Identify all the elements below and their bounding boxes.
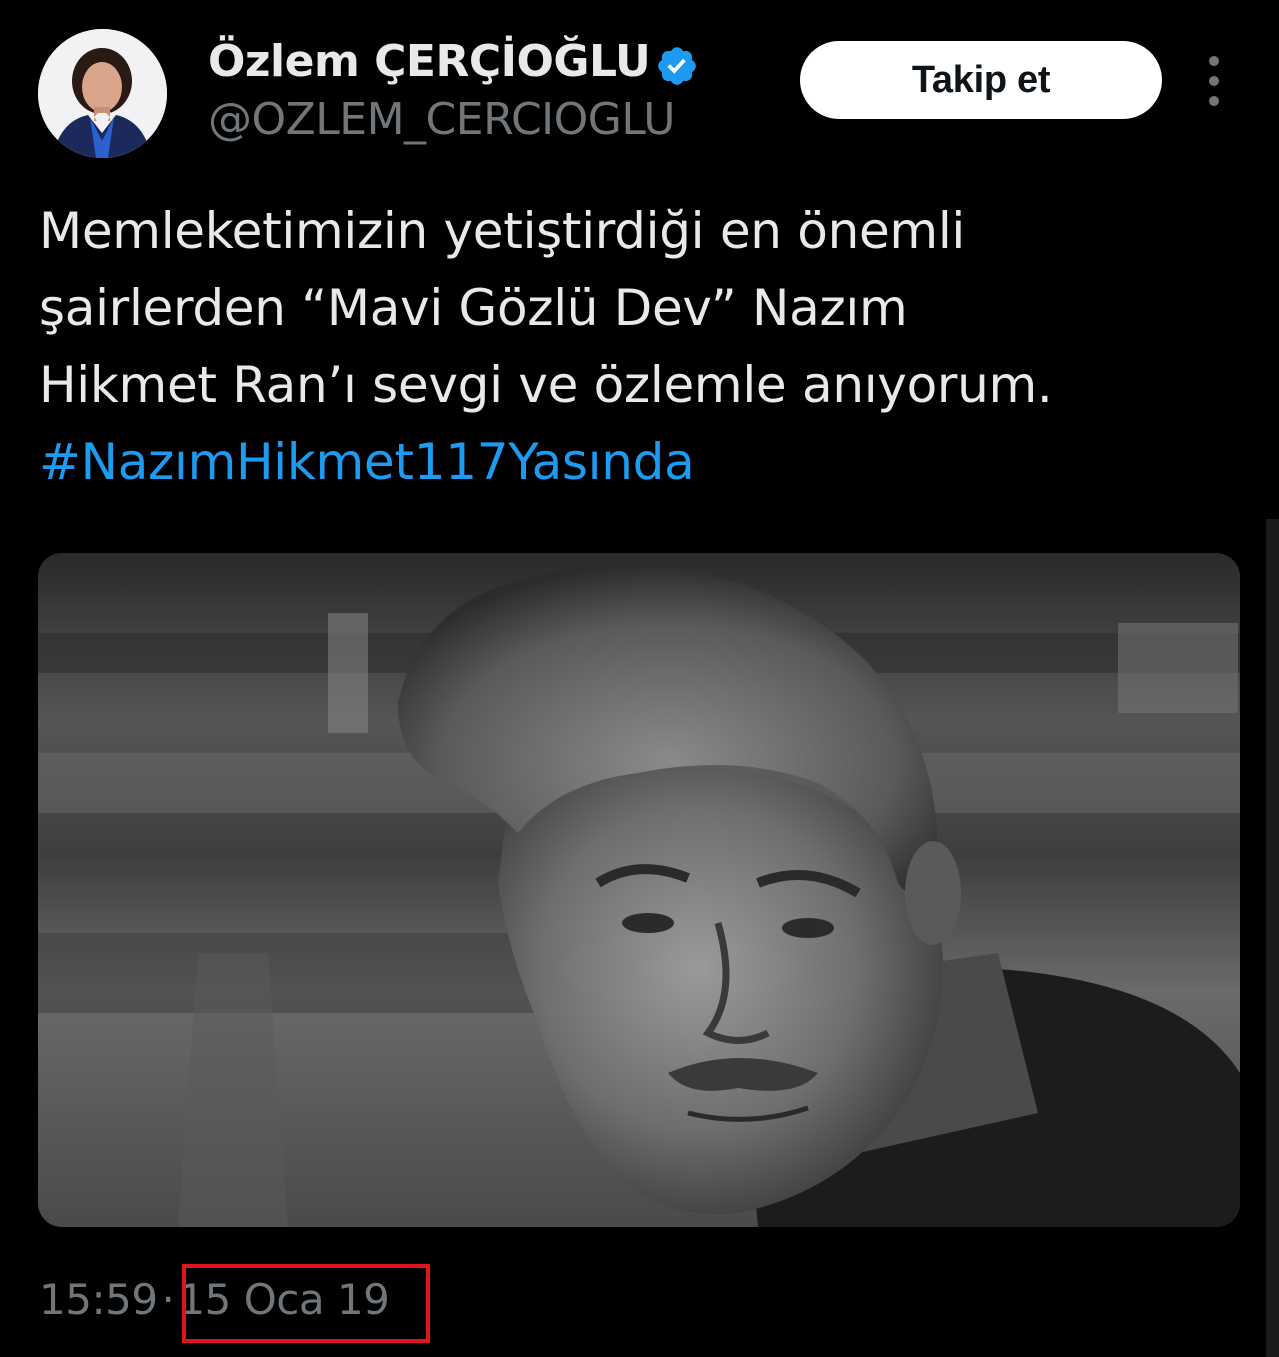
hashtag-link[interactable]: #NazımHikmet117Yasında (39, 424, 1239, 501)
avatar-photo (38, 29, 167, 158)
verified-badge-icon[interactable] (655, 44, 699, 88)
tweet-media-photo[interactable] (38, 553, 1240, 1227)
more-dot (1209, 56, 1219, 66)
tweet-text-line: Hikmet Ran’ı sevgi ve özlemle anıyorum. (39, 356, 1053, 414)
tweet-text-line: Memleketimizin yetiştirdiği en önemli (39, 202, 966, 260)
user-handle[interactable]: @OZLEM_CERCIOGLU (208, 94, 675, 145)
date-highlight-box (182, 1264, 430, 1343)
more-dot (1209, 76, 1219, 86)
tweet-text: Memleketimizin yetiştirdiği en önemli şa… (39, 193, 1239, 501)
tweet-page: Özlem ÇERÇİOĞLU @OZLEM_CERCIOGLU Takip e… (0, 0, 1279, 1357)
more-options-icon[interactable] (1196, 56, 1232, 106)
tweet-text-line: şairlerden “Mavi Gözlü Dev” Nazım (39, 279, 908, 337)
portrait-photo (38, 553, 1240, 1227)
scrollbar-track[interactable] (1266, 519, 1279, 1357)
meta-separator: · (161, 1275, 175, 1324)
more-dot (1209, 96, 1219, 106)
profile-avatar[interactable] (38, 29, 167, 158)
tweet-time: 15:59 (39, 1275, 158, 1324)
follow-button[interactable]: Takip et (800, 41, 1162, 119)
display-name[interactable]: Özlem ÇERÇİOĞLU (208, 36, 651, 87)
